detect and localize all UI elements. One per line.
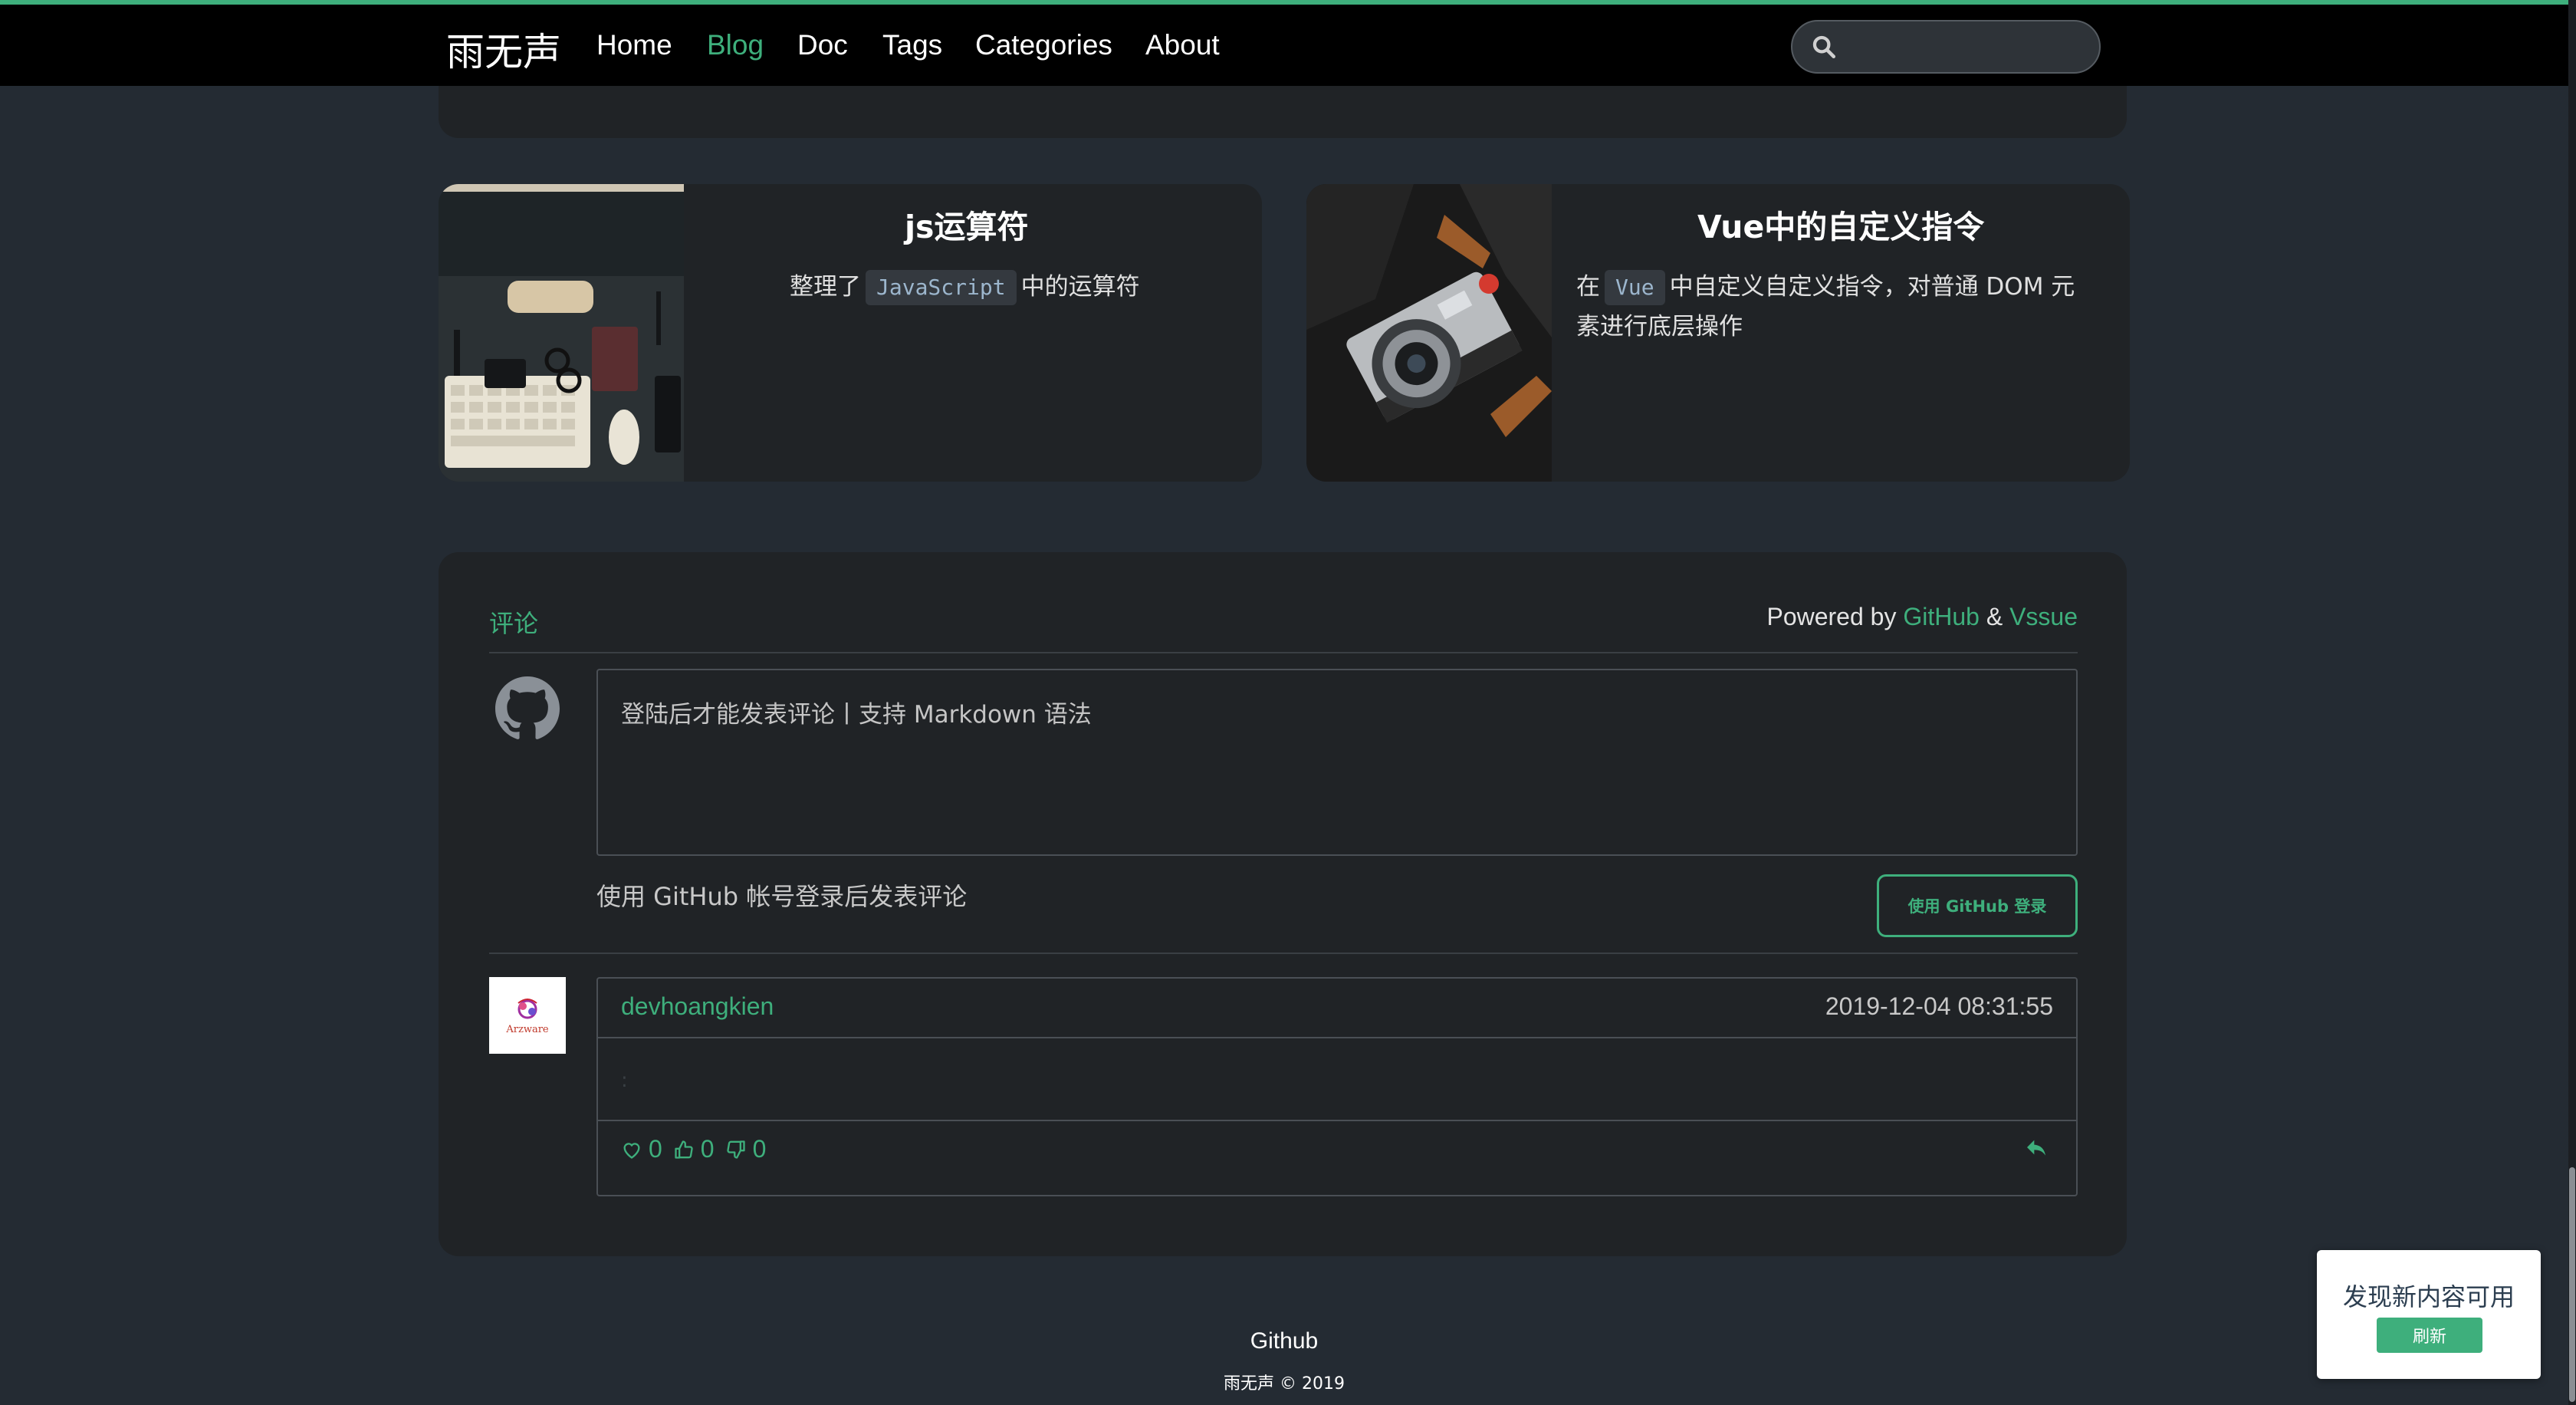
post-description: 整理了 JavaScript 中的运算符: [790, 267, 1140, 307]
post-thumbnail-desk: [439, 184, 684, 482]
dislike-reaction[interactable]: 0: [725, 1135, 767, 1163]
avatar-logo-text: Arzware: [505, 1024, 549, 1035]
powered-vssue-link[interactable]: Vssue: [2009, 603, 2078, 630]
heart-count: 0: [649, 1135, 662, 1163]
refresh-button[interactable]: 刷新: [2377, 1318, 2482, 1353]
comments-list-divider: [489, 953, 2078, 954]
nav-blog[interactable]: Blog: [707, 29, 764, 61]
post-description: 在 Vue 中自定义自定义指令，对普通 DOM 元素进行底层操作: [1576, 267, 2098, 347]
toast-message: 发现新内容可用: [2342, 1282, 2515, 1311]
heart-icon: [623, 1142, 640, 1159]
powered-by: Powered by GitHub & Vssue: [1766, 603, 2078, 631]
nav-home[interactable]: Home: [596, 29, 672, 61]
arzware-logo-icon: Arzware: [489, 977, 566, 1054]
post-desc-before: 在: [1576, 273, 1600, 301]
thumbs-down-icon: [726, 1140, 745, 1159]
powered-github-link[interactable]: GitHub: [1903, 603, 1980, 630]
comment-reactions: 0 0 0: [621, 1135, 766, 1163]
update-toast: 发现新内容可用 刷新: [2317, 1250, 2541, 1379]
nav-tags[interactable]: Tags: [882, 29, 942, 61]
nav-categories[interactable]: Categories: [975, 29, 1112, 61]
login-tip: 使用 GitHub 帐号登录后发表评论: [596, 882, 968, 911]
footer-copyright: 雨无声 © 2019: [1224, 1374, 1345, 1393]
post-title[interactable]: Vue中的自定义指令: [1697, 201, 1984, 247]
nav-about[interactable]: About: [1145, 29, 1220, 61]
previous-card: [439, 86, 2127, 138]
top-navbar: 雨无声 Home Blog Doc Tags Categories About: [0, 0, 2568, 86]
post-desc-before: 整理了: [790, 273, 861, 301]
comments-header: 评论: [489, 609, 539, 638]
post-thumbnail-camera: [1306, 184, 1552, 482]
search-input[interactable]: [1791, 20, 2101, 74]
nav-doc[interactable]: Doc: [797, 29, 848, 61]
comment-time: 2019-12-04 08:31:55: [1825, 992, 2053, 1020]
dislike-count: 0: [752, 1135, 767, 1163]
post-card-vue-directives[interactable]: Vue中的自定义指令 在 Vue 中自定义自定义指令，对普通 DOM 元素进行底层操…: [1306, 184, 2130, 482]
comment-textarea-placeholder: 登陆后才能发表评论丨支持 Markdown 语法: [621, 701, 1092, 729]
comments-divider: [489, 652, 2078, 653]
footer-github-text[interactable]: Github: [1250, 1328, 1318, 1354]
comment-header-sep: [598, 1037, 2076, 1038]
comments-panel: 评论 Powered by GitHub & Vssue 登陆后才能发表评论丨支…: [439, 552, 2127, 1256]
post-desc-code: Vue: [1605, 270, 1665, 305]
like-reaction[interactable]: 0: [673, 1135, 715, 1163]
github-login-button[interactable]: 使用 GitHub 登录: [1877, 874, 2078, 937]
scrollbar-thumb[interactable]: [2569, 1167, 2575, 1402]
powered-amp: &: [1986, 603, 2003, 630]
comment-author[interactable]: devhoangkien: [621, 992, 774, 1021]
thumbs-up-icon: [675, 1140, 693, 1159]
footer-github-link[interactable]: Github: [0, 1328, 2568, 1354]
avatar[interactable]: Arzware: [489, 977, 566, 1054]
comment-item: devhoangkien 2019-12-04 08:31:55 : 0 0 0: [596, 977, 2078, 1196]
post-card-js-operators[interactable]: js运算符 整理了 JavaScript 中的运算符: [439, 184, 1262, 482]
comment-body: :: [621, 1069, 628, 1092]
github-avatar-icon: [495, 676, 560, 739]
powered-prefix: Powered by: [1766, 603, 1897, 630]
like-count: 0: [700, 1135, 715, 1163]
post-desc-after: 中的运算符: [1020, 273, 1140, 301]
comment-footer-sep: [598, 1120, 2076, 1121]
heart-reaction[interactable]: 0: [621, 1135, 662, 1163]
site-brand[interactable]: 雨无声: [446, 21, 561, 77]
post-title[interactable]: js运算符: [905, 201, 1028, 247]
search-icon: [1812, 35, 1836, 59]
reply-icon[interactable]: [2024, 1135, 2049, 1160]
comment-textarea[interactable]: 登陆后才能发表评论丨支持 Markdown 语法: [596, 669, 2078, 856]
post-desc-code: JavaScript: [866, 270, 1017, 305]
